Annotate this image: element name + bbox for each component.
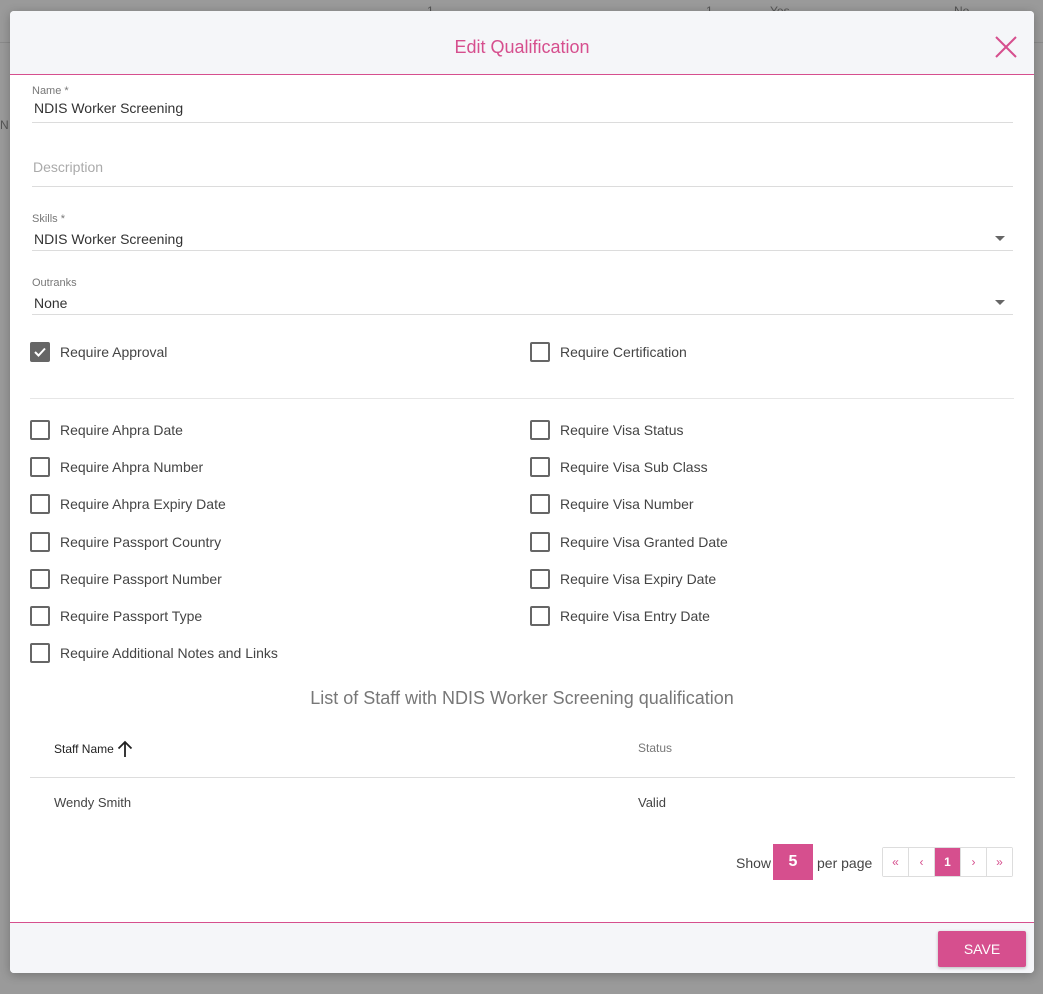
checkbox-label: Require Approval bbox=[60, 344, 168, 360]
name-field[interactable]: Name * NDIS Worker Screening bbox=[32, 83, 1013, 123]
checkbox-label: Require Additional Notes and Links bbox=[60, 645, 278, 661]
checkbox-label: Require Passport Country bbox=[60, 534, 222, 550]
checkbox-require-ahpra-expiry-date[interactable]: Require Ahpra Expiry Date bbox=[30, 493, 226, 515]
dropdown-caret-icon bbox=[995, 236, 1005, 241]
first-page-button[interactable]: « bbox=[883, 848, 909, 876]
checkbox-require-visa-sub-class[interactable]: Require Visa Sub Class bbox=[530, 456, 708, 478]
checkbox-require-ahpra-number[interactable]: Require Ahpra Number bbox=[30, 456, 203, 478]
section-divider bbox=[30, 398, 1014, 399]
checkbox-require-visa-granted-date[interactable]: Require Visa Granted Date bbox=[530, 531, 728, 553]
checkbox-label: Require Visa Sub Class bbox=[560, 459, 708, 475]
column-header-status[interactable]: Status bbox=[638, 741, 672, 755]
checkbox-box[interactable] bbox=[530, 420, 550, 440]
checkbox-require-visa-entry-date[interactable]: Require Visa Entry Date bbox=[530, 605, 710, 627]
checkbox-require-visa-expiry-date[interactable]: Require Visa Expiry Date bbox=[530, 568, 716, 590]
modal-footer: SAVE bbox=[10, 922, 1034, 973]
checkbox-require-certification[interactable]: Require Certification bbox=[530, 341, 687, 363]
outranks-select[interactable]: Outranks None bbox=[32, 277, 1013, 315]
checkbox-box[interactable] bbox=[30, 457, 50, 477]
checkbox-box[interactable] bbox=[30, 606, 50, 626]
description-field[interactable]: Description bbox=[32, 151, 1013, 187]
table-header-divider bbox=[30, 777, 1015, 778]
checkbox-require-visa-status[interactable]: Require Visa Status bbox=[530, 419, 683, 441]
checkbox-label: Require Ahpra Expiry Date bbox=[60, 496, 226, 512]
checkbox-require-approval[interactable]: Require Approval bbox=[30, 341, 167, 363]
checkbox-label: Require Visa Expiry Date bbox=[560, 571, 717, 587]
checkbox-box[interactable] bbox=[30, 494, 50, 514]
sort-ascending-icon bbox=[117, 740, 132, 757]
column-header-label: Staff Name bbox=[54, 742, 114, 756]
previous-page-button[interactable]: ‹ bbox=[909, 848, 935, 876]
checkbox-label: Require Visa Granted Date bbox=[560, 534, 728, 550]
checkbox-box[interactable] bbox=[530, 342, 550, 362]
dropdown-caret-icon bbox=[995, 300, 1005, 305]
checkbox-label: Require Visa Status bbox=[560, 422, 684, 438]
checkbox-label: Require Visa Number bbox=[560, 496, 694, 512]
checkbox-box[interactable] bbox=[530, 494, 550, 514]
background-text: N bbox=[0, 118, 9, 132]
checkbox-label: Require Ahpra Date bbox=[60, 422, 183, 438]
staff-name-cell: Wendy Smith bbox=[54, 795, 132, 810]
checkbox-require-ahpra-date[interactable]: Require Ahpra Date bbox=[30, 419, 183, 441]
checkbox-require-passport-number[interactable]: Require Passport Number bbox=[30, 568, 222, 590]
column-header-staff-name[interactable]: Staff Name bbox=[54, 740, 134, 758]
checkbox-box[interactable] bbox=[30, 420, 50, 440]
save-button[interactable]: SAVE bbox=[938, 931, 1026, 967]
checkbox-box[interactable] bbox=[530, 457, 550, 477]
checkbox-box[interactable] bbox=[530, 606, 550, 626]
next-page-button[interactable]: › bbox=[961, 848, 987, 876]
last-page-button[interactable]: » bbox=[987, 848, 1012, 876]
checkbox-require-passport-country[interactable]: Require Passport Country bbox=[30, 531, 221, 553]
checkbox-label: Require Ahpra Number bbox=[60, 459, 204, 475]
checkbox-box[interactable] bbox=[30, 569, 50, 589]
skills-value: NDIS Worker Screening bbox=[34, 231, 184, 247]
checkbox-require-additional-notes[interactable]: Require Additional Notes and Links bbox=[30, 642, 278, 664]
pagination: « ‹ 1 › » bbox=[882, 847, 1013, 877]
staff-list-title: List of Staff with NDIS Worker Screening… bbox=[310, 688, 734, 708]
description-placeholder: Description bbox=[33, 159, 104, 175]
status-cell: Valid bbox=[638, 795, 666, 810]
checkbox-box[interactable] bbox=[530, 569, 550, 589]
outranks-value: None bbox=[34, 295, 68, 311]
checkbox-require-passport-type[interactable]: Require Passport Type bbox=[30, 605, 202, 627]
edit-qualification-modal: Edit Qualification Name * NDIS Worker Sc… bbox=[10, 11, 1034, 973]
modal-title: Edit Qualification bbox=[454, 37, 590, 57]
checkbox-label: Require Passport Type bbox=[60, 608, 203, 624]
close-icon bbox=[995, 36, 1017, 58]
checkbox-label: Require Certification bbox=[560, 344, 687, 360]
checkbox-box[interactable] bbox=[530, 532, 550, 552]
outranks-label: Outranks bbox=[32, 277, 77, 289]
skills-select[interactable]: Skills * NDIS Worker Screening bbox=[32, 213, 1013, 251]
show-label: Show bbox=[736, 855, 772, 871]
page-1-button[interactable]: 1 bbox=[935, 848, 961, 876]
name-value: NDIS Worker Screening bbox=[34, 100, 184, 116]
checkbox-label: Require Visa Entry Date bbox=[560, 608, 710, 624]
checkbox-require-visa-number[interactable]: Require Visa Number bbox=[530, 493, 694, 515]
modal-header: Edit Qualification bbox=[10, 11, 1034, 75]
skills-label: Skills * bbox=[32, 213, 66, 225]
per-page-select[interactable]: 5 bbox=[773, 844, 813, 880]
checkbox-box[interactable] bbox=[30, 643, 50, 663]
checkmark-icon bbox=[34, 347, 46, 357]
per-page-label: per page bbox=[817, 855, 873, 871]
checkbox-box[interactable] bbox=[30, 342, 50, 362]
close-button[interactable] bbox=[993, 34, 1019, 60]
checkbox-box[interactable] bbox=[30, 532, 50, 552]
name-label: Name * bbox=[32, 85, 69, 97]
checkbox-label: Require Passport Number bbox=[60, 571, 222, 587]
